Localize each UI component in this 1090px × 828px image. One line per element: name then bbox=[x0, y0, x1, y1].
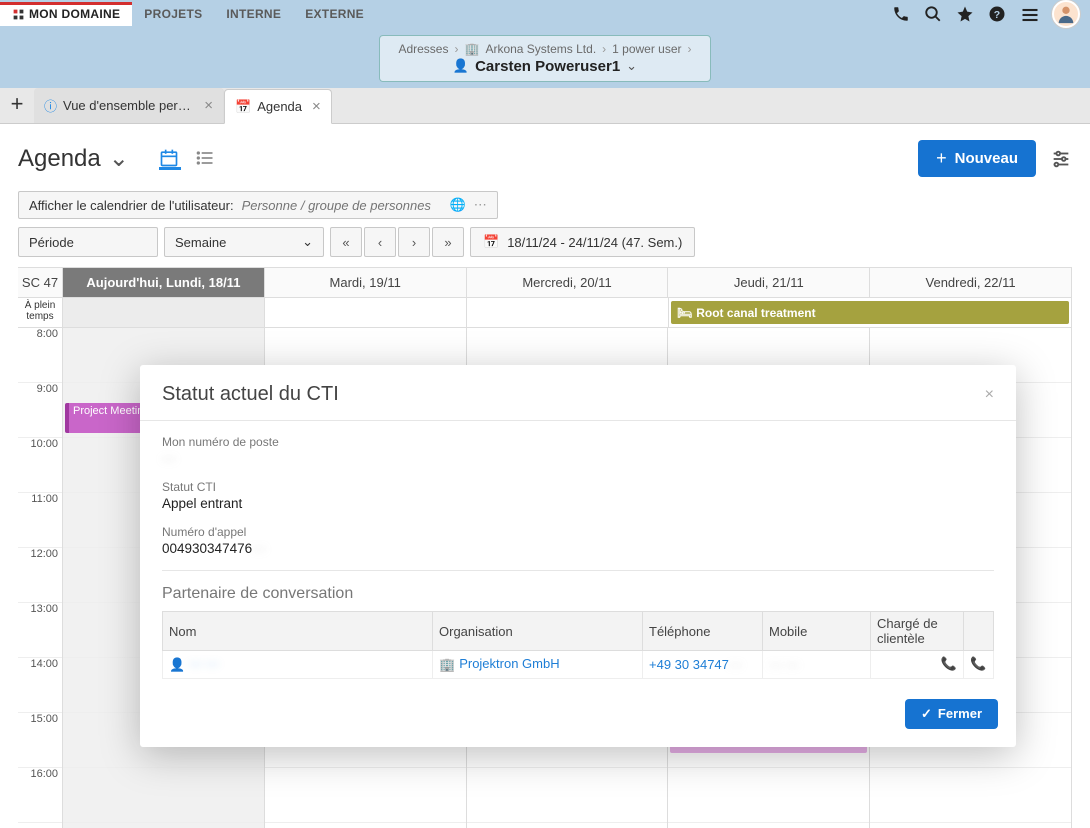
close-icon[interactable]: × bbox=[312, 98, 321, 115]
day-header-mon[interactable]: Aujourd'hui, Lundi, 18/11 bbox=[63, 268, 265, 298]
user-filter-box: Afficher le calendrier de l'utilisateur:… bbox=[18, 191, 498, 219]
close-icon[interactable]: × bbox=[204, 97, 213, 114]
more-icon[interactable]: ⋯ bbox=[474, 197, 487, 213]
col-mob: Mobile bbox=[763, 612, 871, 651]
star-icon[interactable] bbox=[956, 5, 974, 23]
event-root-canal[interactable]: 🛏 Root canal treatment bbox=[671, 301, 1069, 324]
help-icon[interactable]: ? bbox=[988, 5, 1006, 23]
next-button[interactable]: › bbox=[398, 227, 430, 257]
poste-value: ··· bbox=[162, 451, 994, 466]
statut-label: Statut CTI bbox=[162, 480, 994, 494]
fermer-button[interactable]: ✓ Fermer bbox=[905, 699, 998, 729]
time-column: 8:00 9:00 10:00 11:00 12:00 13:00 14:00 … bbox=[18, 328, 63, 828]
last-button[interactable]: » bbox=[432, 227, 464, 257]
close-icon[interactable]: × bbox=[985, 386, 994, 404]
nouveau-button[interactable]: + Nouveau bbox=[918, 140, 1036, 177]
numero-value: 004930347476··· bbox=[162, 541, 994, 556]
filter-label: Afficher le calendrier de l'utilisateur: bbox=[29, 198, 234, 213]
week-number: SC 47 bbox=[18, 268, 63, 298]
info-icon: ⓘ bbox=[44, 96, 57, 115]
calendar-icon: 📅 bbox=[483, 234, 499, 250]
phone-call-icon[interactable]: 📞 bbox=[941, 656, 957, 671]
prev-button[interactable]: ‹ bbox=[364, 227, 396, 257]
day-header-thu[interactable]: Jeudi, 21/11 bbox=[668, 268, 870, 298]
statut-value: Appel entrant bbox=[162, 496, 994, 511]
chevron-down-icon: ⌄ bbox=[302, 234, 313, 250]
globe-icon[interactable]: 🌐 bbox=[450, 197, 466, 213]
check-icon: ✓ bbox=[921, 706, 932, 722]
partner-name-link[interactable]: ··· ··· bbox=[189, 656, 219, 671]
breadcrumb: Adresses› 🏢 Arkona Systems Ltd.› 1 power… bbox=[379, 35, 710, 82]
partner-tel-link[interactable]: +49 30 34747··· bbox=[649, 657, 742, 672]
avatar[interactable] bbox=[1052, 0, 1080, 28]
settings-icon[interactable] bbox=[1050, 148, 1072, 170]
building-icon: 🏢 bbox=[439, 657, 455, 673]
table-row: 👤 ··· ··· 🏢 Projektron GmbH +49 30 34747··… bbox=[163, 651, 994, 679]
numero-label: Numéro d'appel bbox=[162, 525, 994, 539]
partner-section-title: Partenaire de conversation bbox=[162, 570, 994, 603]
chevron-down-icon[interactable]: ⌄ bbox=[109, 144, 129, 173]
partner-mobile: ··· ··· bbox=[769, 657, 799, 672]
bc-person: Carsten Poweruser1 bbox=[475, 58, 620, 75]
nav-projets[interactable]: PROJETS bbox=[132, 2, 214, 26]
list-view-icon[interactable] bbox=[195, 148, 217, 170]
phone-green-icon[interactable]: 📞 bbox=[970, 656, 986, 671]
partner-table: Nom Organisation Téléphone Mobile Chargé… bbox=[162, 611, 994, 679]
col-charge: Chargé de clientèle bbox=[871, 612, 964, 651]
tab-overview[interactable]: ⓘ Vue d'ensemble person × bbox=[34, 88, 224, 123]
first-button[interactable]: « bbox=[330, 227, 362, 257]
person-icon: 👤 bbox=[169, 657, 185, 673]
calendar-view-icon[interactable] bbox=[159, 148, 181, 170]
bed-icon: 🛏 bbox=[677, 306, 692, 320]
bc-adresses[interactable]: Adresses bbox=[398, 42, 448, 56]
nav-externe[interactable]: EXTERNE bbox=[293, 2, 376, 26]
allday-label: À plein temps bbox=[18, 298, 63, 327]
period-label: Période bbox=[18, 227, 158, 257]
day-header-wed[interactable]: Mercredi, 20/11 bbox=[467, 268, 669, 298]
day-header-tue[interactable]: Mardi, 19/11 bbox=[265, 268, 467, 298]
page-title[interactable]: Agenda ⌄ bbox=[18, 144, 129, 173]
col-tel: Téléphone bbox=[643, 612, 763, 651]
nav-mon-domaine[interactable]: MON DOMAINE bbox=[0, 2, 132, 26]
building-icon: 🏢 bbox=[464, 42, 479, 56]
col-org: Organisation bbox=[433, 612, 643, 651]
bc-org[interactable]: Arkona Systems Ltd. bbox=[485, 42, 596, 56]
modal-title: Statut actuel du CTI bbox=[162, 383, 339, 406]
tab-agenda[interactable]: 📅 Agenda × bbox=[224, 89, 332, 124]
period-select[interactable]: Semaine ⌄ bbox=[164, 227, 324, 257]
new-tab-button[interactable]: + bbox=[0, 91, 34, 123]
phone-icon[interactable] bbox=[892, 5, 910, 23]
person-icon: 👤 bbox=[453, 58, 469, 74]
nav-interne[interactable]: INTERNE bbox=[214, 2, 293, 26]
cti-status-modal: Statut actuel du CTI × Mon numéro de pos… bbox=[140, 365, 1016, 747]
poste-label: Mon numéro de poste bbox=[162, 435, 994, 449]
col-nom: Nom bbox=[163, 612, 433, 651]
svg-text:?: ? bbox=[994, 9, 1000, 21]
day-header-fri[interactable]: Vendredi, 22/11 bbox=[870, 268, 1072, 298]
calendar-icon: 📅 bbox=[235, 99, 251, 115]
bc-role[interactable]: 1 power user bbox=[612, 42, 681, 56]
chevron-down-icon[interactable]: ⌄ bbox=[626, 58, 637, 74]
date-range-picker[interactable]: 📅 18/11/24 - 24/11/24 (47. Sem.) bbox=[470, 227, 695, 257]
menu-icon[interactable] bbox=[1020, 5, 1038, 23]
person-filter-input[interactable] bbox=[242, 198, 442, 213]
partner-org-link[interactable]: Projektron GmbH bbox=[459, 656, 559, 671]
search-icon[interactable] bbox=[924, 5, 942, 23]
